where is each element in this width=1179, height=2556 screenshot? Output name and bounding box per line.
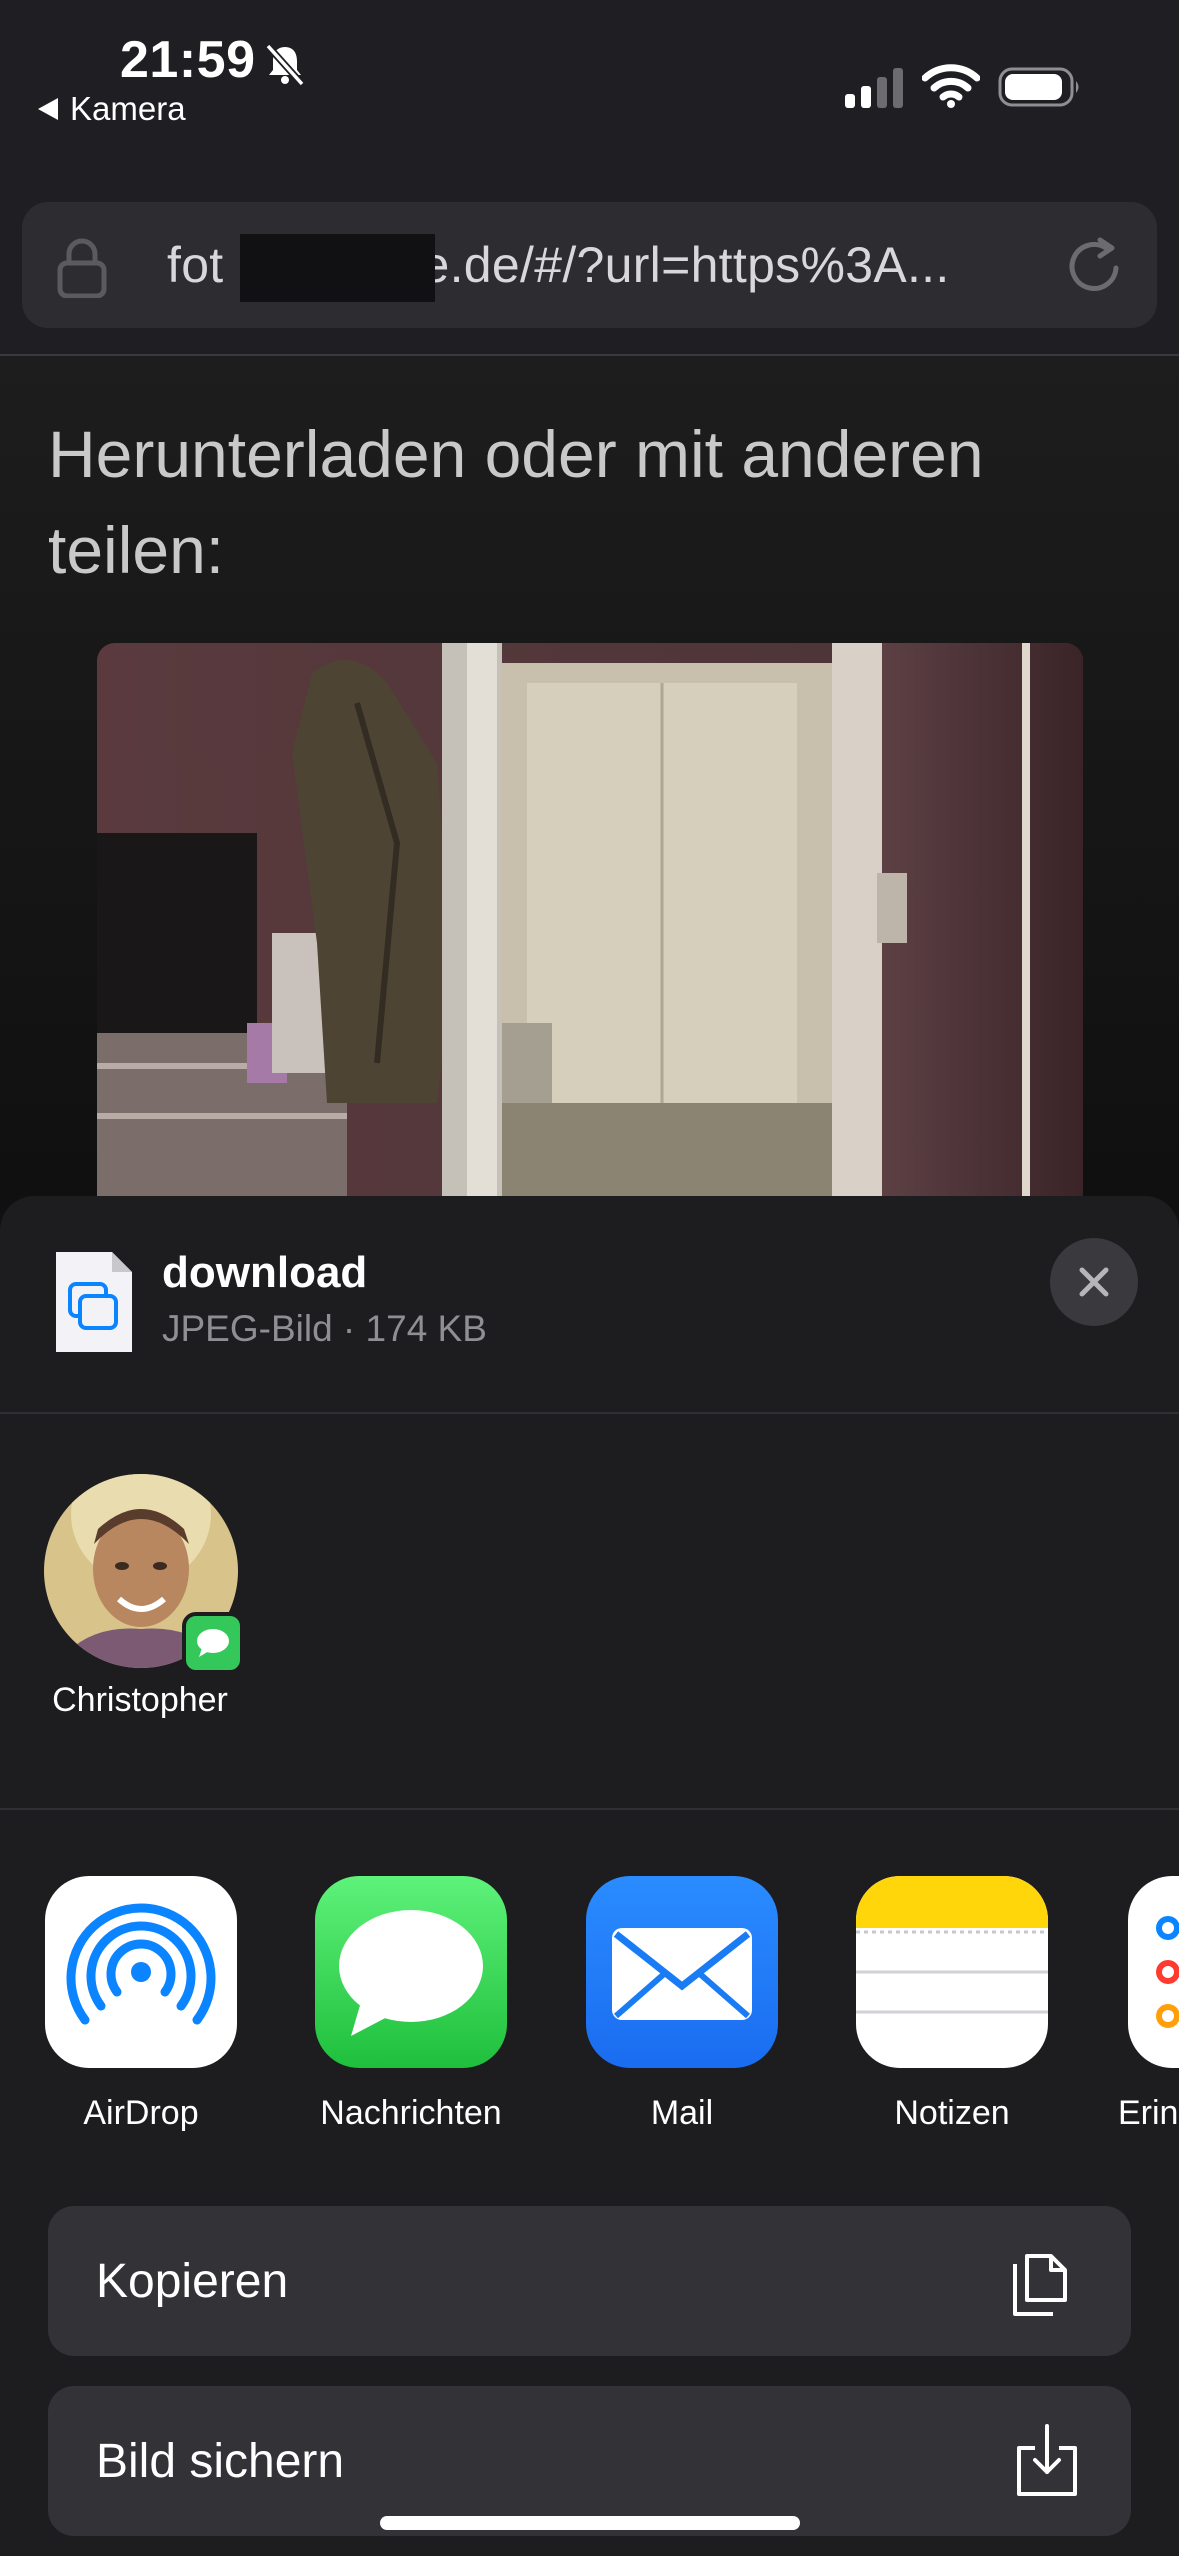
sheet-divider <box>0 1412 1179 1414</box>
battery-icon <box>998 67 1079 107</box>
file-title: download <box>162 1248 368 1297</box>
share-sheet: download JPEG-Bild · 174 KB Christopher <box>0 1196 1179 2556</box>
reminders-icon <box>1128 1876 1179 2068</box>
share-apps-row: AirDrop Nachrichten Mail Notizen Erin <box>0 1876 1179 2136</box>
wifi-icon <box>922 64 980 108</box>
airdrop-icon <box>45 1876 237 2068</box>
action-label: Kopieren <box>96 2255 289 2308</box>
app-label: AirDrop <box>83 2094 199 2132</box>
notes-icon <box>856 1876 1048 2068</box>
copy-icon <box>1013 2254 1067 2316</box>
app-mail[interactable]: Mail <box>552 1876 812 2133</box>
save-image-action[interactable]: Bild sichern <box>48 2386 1131 2536</box>
web-page: Herunterladen oder mit anderen teilen: <box>0 356 1179 1256</box>
close-icon <box>1079 1267 1109 1297</box>
app-messages[interactable]: Nachrichten <box>281 1876 541 2133</box>
mail-icon <box>586 1876 778 2068</box>
app-reminders[interactable]: Erin <box>1092 1876 1179 2133</box>
app-airdrop[interactable]: AirDrop <box>11 1876 271 2133</box>
address-bar[interactable]: fot e.de/#/?url=https%3A... <box>22 202 1157 328</box>
save-image-icon <box>1017 2424 1077 2496</box>
home-indicator[interactable] <box>380 2516 800 2530</box>
app-notes[interactable]: Notizen <box>822 1876 1082 2133</box>
url-prefix: fot <box>167 237 224 293</box>
copy-action[interactable]: Kopieren <box>48 2206 1131 2356</box>
bell-muted-icon <box>265 43 305 87</box>
action-label: Bild sichern <box>96 2435 345 2488</box>
file-icon <box>56 1252 132 1352</box>
reload-icon[interactable] <box>1062 234 1126 298</box>
url-redaction <box>240 234 435 302</box>
cellular-signal-icon <box>845 68 903 108</box>
app-label: Nachrichten <box>320 2094 502 2132</box>
messages-icon <box>315 1876 507 2068</box>
file-meta: JPEG-Bild · 174 KB <box>162 1308 487 1349</box>
status-time: 21:59 <box>120 31 256 89</box>
page-heading: Herunterladen oder mit anderen teilen: <box>48 417 984 587</box>
back-triangle-icon <box>38 98 58 120</box>
browser-chrome: 21:59 Kamera fot e.de/#/?url=https%3A... <box>0 0 1179 356</box>
contact-name[interactable]: Christopher <box>20 1681 260 1720</box>
back-to-app-link[interactable]: Kamera <box>38 90 186 128</box>
app-label: Mail <box>650 2094 714 2132</box>
sheet-divider <box>0 1808 1179 1810</box>
preview-image[interactable] <box>97 643 1083 1203</box>
messages-badge-icon <box>182 1612 244 1674</box>
close-button[interactable] <box>1050 1238 1138 1326</box>
url-suffix: e.de/#/?url=https%3A... <box>421 237 950 293</box>
back-app-label: Kamera <box>70 90 186 127</box>
app-label: Erin <box>1118 2094 1179 2132</box>
app-label: Notizen <box>894 2094 1010 2132</box>
lock-icon <box>57 238 107 298</box>
